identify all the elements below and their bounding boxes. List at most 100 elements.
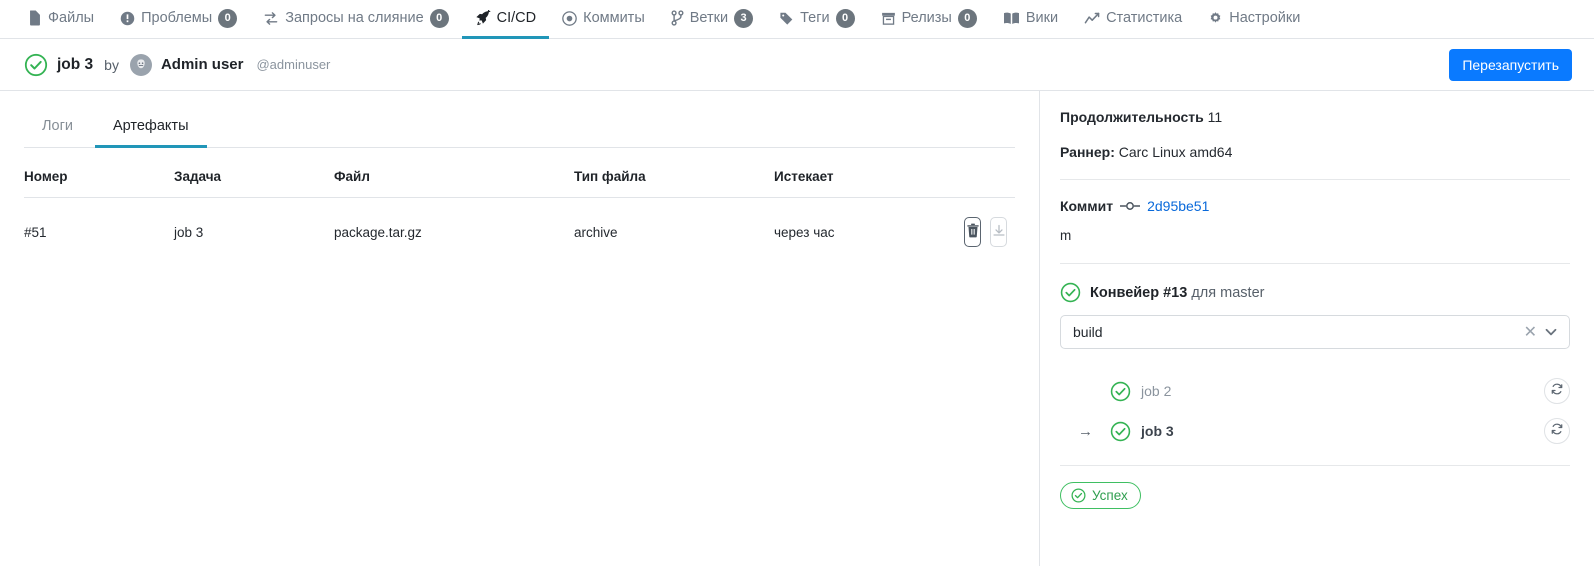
cell-file-type: archive bbox=[574, 224, 618, 240]
issue-icon bbox=[120, 11, 135, 26]
nav-item-tags[interactable]: Теги 0 bbox=[766, 0, 868, 39]
branch-icon bbox=[671, 10, 684, 26]
table-header-row: Номер Задача Файл Тип файла Истекает bbox=[24, 148, 1015, 198]
nav-item-settings[interactable]: Настройки bbox=[1195, 0, 1313, 39]
primary-navigation: Файлы Проблемы 0 Запросы на слияние 0 CI… bbox=[0, 0, 1594, 39]
cell-file: package.tar.gz bbox=[334, 224, 422, 240]
check-circle-icon bbox=[1060, 282, 1081, 303]
nav-item-issues[interactable]: Проблемы 0 bbox=[107, 0, 250, 39]
check-circle-icon bbox=[1110, 381, 1131, 402]
check-circle-icon bbox=[1110, 421, 1131, 442]
book-icon bbox=[1003, 11, 1020, 26]
list-item[interactable]: → job 3 bbox=[1060, 411, 1570, 451]
nav-item-label: CI/CD bbox=[496, 10, 537, 26]
column-header-actions bbox=[964, 148, 1015, 198]
runner-label: Раннер: bbox=[1060, 143, 1115, 160]
user-handle[interactable]: @adminuser bbox=[256, 57, 330, 72]
rerun-icon bbox=[1550, 382, 1564, 401]
runner-block: Раннер: Carc Linux amd64 bbox=[1060, 144, 1570, 179]
git-commit-icon bbox=[1120, 200, 1141, 212]
nav-item-label: Статистика bbox=[1106, 10, 1183, 26]
trash-icon bbox=[966, 223, 980, 241]
delete-artifact-button[interactable] bbox=[964, 217, 981, 247]
nav-item-badge: 0 bbox=[835, 8, 855, 28]
job-tabs: Логи Артефакты bbox=[24, 91, 1015, 148]
list-item[interactable]: job 2 bbox=[1060, 371, 1570, 411]
pull-request-icon bbox=[263, 11, 279, 26]
nav-item-commits[interactable]: Коммиты bbox=[549, 0, 658, 39]
nav-item-pull-requests[interactable]: Запросы на слияние 0 bbox=[250, 0, 461, 39]
tab-artifacts[interactable]: Артефакты bbox=[94, 109, 207, 148]
job-name: job 2 bbox=[1141, 383, 1172, 400]
restart-button[interactable]: Перезапустить bbox=[1449, 48, 1572, 81]
status-badge: Успех bbox=[1060, 482, 1141, 510]
clear-icon[interactable]: ✕ bbox=[1518, 322, 1543, 342]
cell-actions bbox=[964, 198, 1015, 267]
job-name: job 3 bbox=[1141, 423, 1174, 440]
job-title: job 3 bbox=[57, 55, 94, 73]
rocket-icon bbox=[475, 10, 491, 26]
job-header: job 3 by Admin user @adminuser Перезапус… bbox=[0, 39, 1594, 91]
job-details-sidebar: Продолжительность 11 Раннер: Carc Linux … bbox=[1040, 91, 1594, 566]
tab-label: Артефакты bbox=[112, 118, 189, 134]
commit-label: Коммит bbox=[1060, 197, 1114, 214]
commit-block: Коммит 2d95be51 bbox=[1060, 180, 1570, 229]
tab-logs[interactable]: Логи bbox=[24, 109, 91, 148]
nav-item-label: Запросы на слияние bbox=[285, 10, 424, 26]
nav-item-label: Настройки bbox=[1229, 10, 1301, 26]
divider bbox=[1060, 263, 1570, 265]
table-row: #51 job 3 package.tar.gz archive через ч… bbox=[24, 198, 1015, 267]
nav-item-releases[interactable]: Релизы 0 bbox=[868, 0, 990, 39]
user-name[interactable]: Admin user bbox=[161, 56, 244, 73]
pipeline-status-section: Успех bbox=[1060, 465, 1570, 510]
column-header-task: Задача bbox=[174, 148, 334, 198]
duration-value: 11 bbox=[1207, 109, 1223, 125]
rerun-job-button[interactable] bbox=[1544, 418, 1570, 445]
cell-task: job 3 bbox=[174, 224, 204, 240]
nav-item-files[interactable]: Файлы bbox=[14, 0, 107, 39]
tag-icon bbox=[779, 11, 794, 26]
column-header-number: Номер bbox=[24, 148, 174, 198]
commit-sha-link[interactable]: 2d95be51 bbox=[1147, 198, 1209, 215]
rerun-job-button[interactable] bbox=[1544, 378, 1570, 405]
pipeline-title: Конвейер #13 для master bbox=[1090, 285, 1264, 301]
nav-item-statistics[interactable]: Статистика bbox=[1071, 0, 1195, 39]
nav-item-wiki[interactable]: Вики bbox=[990, 0, 1071, 39]
nav-item-cicd[interactable]: CI/CD bbox=[461, 0, 550, 39]
nav-item-badge: 0 bbox=[218, 8, 238, 28]
artifacts-table: Номер Задача Файл Тип файла Истекает #51… bbox=[24, 148, 1015, 266]
commit-message: m bbox=[1060, 228, 1072, 244]
gear-icon bbox=[1208, 11, 1223, 26]
cell-expires: через час bbox=[774, 224, 835, 240]
stage-select-value: build bbox=[1073, 324, 1103, 341]
nav-item-branches[interactable]: Ветки 3 bbox=[658, 0, 766, 39]
main-pane: Логи Артефакты Номер Задача Файл Тип фай… bbox=[0, 91, 1040, 566]
commit-dot-icon bbox=[562, 10, 577, 26]
nav-item-badge: 0 bbox=[429, 8, 449, 28]
nav-item-label: Ветки bbox=[689, 10, 729, 26]
pipeline-number: Конвейер #13 bbox=[1090, 284, 1188, 301]
nav-item-badge: 3 bbox=[734, 8, 754, 28]
status-badge-label: Успех bbox=[1092, 488, 1128, 504]
rerun-icon bbox=[1550, 422, 1564, 441]
column-header-file: Файл bbox=[334, 148, 574, 198]
avatar-icon[interactable] bbox=[129, 53, 152, 76]
pipeline-job-list: job 2 → job 3 bbox=[1060, 371, 1570, 451]
download-icon bbox=[992, 224, 1006, 241]
nav-item-label: Коммиты bbox=[583, 10, 645, 26]
stage-select[interactable]: build ✕ bbox=[1060, 315, 1570, 350]
nav-item-label: Теги bbox=[800, 10, 830, 26]
duration-block: Продолжительность 11 bbox=[1060, 109, 1570, 144]
file-icon bbox=[27, 10, 42, 26]
nav-item-label: Релизы bbox=[901, 10, 952, 26]
nav-item-label: Проблемы bbox=[141, 10, 213, 26]
chevron-down-icon[interactable] bbox=[1543, 324, 1559, 340]
tab-label: Логи bbox=[42, 118, 73, 134]
by-label: by bbox=[104, 56, 119, 73]
commit-row: Коммит 2d95be51 bbox=[1060, 198, 1570, 215]
duration-row: Продолжительность 11 bbox=[1060, 109, 1570, 126]
nav-item-label: Вики bbox=[1025, 10, 1059, 26]
nav-item-badge: 0 bbox=[957, 8, 977, 28]
page-body: Логи Артефакты Номер Задача Файл Тип фай… bbox=[0, 91, 1594, 566]
download-artifact-button[interactable] bbox=[990, 217, 1007, 247]
